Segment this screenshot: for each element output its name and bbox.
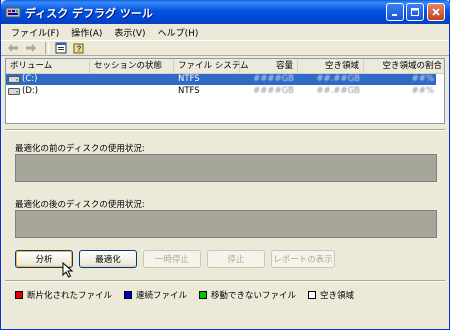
- fragmented-swatch: [15, 291, 23, 299]
- legend-divider: [5, 280, 445, 282]
- menu-bar: ファイル(F) 操作(A) 表示(V) ヘルプ(H): [1, 24, 449, 40]
- column-capacity[interactable]: 容量: [240, 59, 298, 73]
- view-report-button[interactable]: レポートの表示: [271, 250, 335, 268]
- column-session-status[interactable]: セッションの状態: [90, 59, 174, 73]
- unmovable-swatch: [199, 291, 208, 299]
- menu-help[interactable]: ヘルプ(H): [152, 26, 205, 39]
- defrag-window: ディスク デフラグ ツール ファイル(F) 操作(A) 表示(V) ヘルプ(H)…: [0, 0, 450, 330]
- volume-row-d[interactable]: (D:) NTFS ####GB ##.##GB ##%: [6, 86, 436, 97]
- volume-capacity: ####GB: [253, 86, 294, 96]
- volume-name: (C:): [22, 74, 38, 84]
- title-bar[interactable]: ディスク デフラグ ツール: [1, 0, 450, 24]
- hard-drive-icon: [8, 88, 20, 95]
- after-usage-display: [15, 210, 437, 238]
- forward-button[interactable]: [23, 41, 39, 55]
- contiguous-swatch: [124, 291, 133, 299]
- legend-label: 移動できないファイル: [211, 291, 297, 301]
- window-title: ディスク デフラグ ツール: [25, 7, 153, 20]
- forward-arrow-icon: [26, 44, 36, 52]
- toolbar: ?: [1, 40, 449, 56]
- hard-drive-icon: [8, 76, 20, 83]
- stop-button[interactable]: 停止: [207, 250, 265, 268]
- volume-file-system: NTFS: [178, 74, 200, 84]
- before-usage-display: [15, 154, 437, 182]
- help-button[interactable]: ?: [71, 41, 87, 55]
- volume-free-percent: ##%: [411, 74, 434, 84]
- volume-row-c[interactable]: (C:) NTFS ####GB ##.##GB ##%: [6, 74, 436, 85]
- legend: 断片化されたファイル 連続ファイル 移動できないファイル 空き領域: [15, 289, 366, 301]
- volume-list[interactable]: ボリューム セッションの状態 ファイル システム 容量 空き領域 空き領域の割合…: [5, 58, 445, 124]
- help-icon: ?: [73, 43, 84, 54]
- back-arrow-icon: [8, 44, 18, 52]
- column-free-space[interactable]: 空き領域: [298, 59, 364, 73]
- column-file-system[interactable]: ファイル システム: [174, 59, 248, 73]
- volume-free-percent: ##%: [411, 86, 434, 96]
- close-icon: [432, 8, 440, 16]
- menu-action[interactable]: 操作(A): [65, 26, 108, 39]
- maximize-icon: [411, 8, 419, 16]
- list-header: ボリューム セッションの状態 ファイル システム 容量 空き領域 空き領域の割合: [6, 59, 444, 74]
- defrag-app-icon: [5, 7, 21, 18]
- mouse-pointer-icon: [62, 262, 74, 278]
- toolbar-separator: [45, 42, 49, 54]
- legend-contiguous: 連続ファイル: [124, 289, 187, 301]
- before-usage-label: 最適化の前のディスクの使用状況:: [15, 144, 145, 154]
- pause-button[interactable]: 一時停止: [143, 250, 201, 268]
- section-divider: [5, 129, 445, 131]
- menu-file[interactable]: ファイル(F): [5, 26, 65, 39]
- defragment-button[interactable]: 最適化: [79, 250, 137, 268]
- svg-text:?: ?: [77, 45, 82, 54]
- free-space-swatch: [308, 291, 317, 299]
- legend-fragmented: 断片化されたファイル: [15, 289, 112, 301]
- legend-label: 断片化されたファイル: [27, 291, 113, 301]
- volume-free-space: ##.##GB: [316, 86, 360, 96]
- volume-capacity: ####GB: [253, 74, 294, 84]
- back-button[interactable]: [5, 41, 21, 55]
- legend-label: 連続ファイル: [136, 291, 188, 301]
- legend-free-space: 空き領域: [308, 289, 354, 301]
- volume-free-space: ##.##GB: [316, 74, 360, 84]
- close-button[interactable]: [427, 3, 445, 21]
- maximize-button[interactable]: [406, 3, 424, 21]
- legend-label: 空き領域: [320, 291, 355, 301]
- column-free-percent[interactable]: 空き領域の割合: [364, 59, 444, 73]
- legend-unmovable: 移動できないファイル: [199, 289, 296, 301]
- minimize-button[interactable]: [386, 3, 404, 21]
- properties-icon: [55, 42, 67, 54]
- after-usage-label: 最適化の後のディスクの使用状況:: [15, 200, 145, 210]
- column-volume[interactable]: ボリューム: [6, 59, 90, 73]
- menu-view[interactable]: 表示(V): [108, 26, 151, 39]
- volume-name: (D:): [22, 86, 39, 96]
- volume-file-system: NTFS: [178, 86, 200, 96]
- properties-button[interactable]: [53, 41, 69, 55]
- minimize-icon: [392, 14, 397, 16]
